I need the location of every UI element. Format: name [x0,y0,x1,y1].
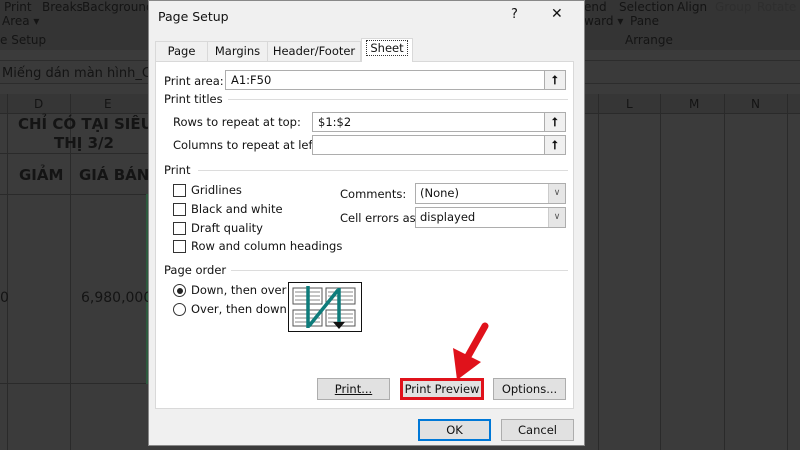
gridlines-checkbox[interactable] [173,184,186,197]
print-area-label: Print area: [164,74,224,88]
print-button-label: Print... [334,382,373,396]
black-and-white-label: Black and white [191,202,283,216]
gridlines-label: Gridlines [191,183,242,197]
cell-giam: GIẢM [19,166,64,184]
options-button[interactable]: Options... [493,378,566,400]
rows-to-repeat-label: Rows to repeat at top: [173,115,301,129]
column-header-d[interactable]: D [34,97,43,111]
page-order-heading: Page order [164,263,227,277]
columns-to-repeat-input[interactable]: ⭡ [312,135,566,155]
column-header-e[interactable]: E [104,97,112,111]
page-setup-dialog: Page Setup ? ✕ Page Margins Header/Foote… [148,0,585,446]
draft-quality-label: Draft quality [191,221,263,235]
dialog-title: Page Setup [158,9,229,24]
black-and-white-checkbox[interactable] [173,203,186,216]
over-then-down-radio[interactable] [173,303,186,316]
send-backward-label: ward ▾ [584,14,624,28]
row-column-headings-label: Row and column headings [191,239,343,253]
tab-sheet-label: Sheet [366,40,408,56]
tab-page[interactable]: Page [155,41,208,61]
page-setup-group-label: e Setup [0,33,47,47]
columns-to-repeat-label: Columns to repeat at left: [173,138,321,152]
selection-pane-button[interactable]: Selection [619,0,674,14]
cell-price: 6,980,000 [81,290,153,306]
collapse-dialog-icon[interactable]: ⭡ [544,71,565,89]
cell-errors-label: Cell errors as: [340,211,420,225]
chevron-down-icon[interactable]: ∨ [548,184,565,203]
print-heading: Print [164,163,191,177]
comments-value: (None) [420,186,459,200]
tab-header-footer[interactable]: Header/Footer [267,41,361,61]
tab-margins[interactable]: Margins [207,41,268,61]
rotate-button[interactable]: Rotate [757,0,796,14]
print-area-button[interactable]: Print [4,0,32,14]
rows-to-repeat-value: $1:$2 [318,115,352,129]
print-area-input[interactable]: A1:F50 ⭡ [225,70,566,90]
comments-label: Comments: [340,187,407,201]
cell-errors-select[interactable]: displayed ∨ [415,207,566,228]
page-order-preview-icon [288,282,362,332]
group-button[interactable]: Group [715,0,752,14]
cell-errors-value: displayed [420,210,476,224]
collapse-dialog-icon[interactable]: ⭡ [544,113,565,131]
column-header-l[interactable]: L [626,97,633,111]
print-titles-heading: Print titles [164,92,223,106]
down-then-over-radio[interactable] [173,284,186,297]
down-then-over-label: Down, then over [191,283,287,297]
tab-sheet[interactable]: Sheet [361,38,413,62]
red-arrow-annotation [453,322,489,380]
sheet-panel: Print area: A1:F50 ⭡ Print titles Rows to… [155,61,574,409]
cell-header-line1: CHỈ CÓ TẠI SIÊU [18,115,153,133]
send-backward-button[interactable]: end [584,0,607,14]
close-icon[interactable]: ✕ [551,6,563,22]
cancel-button[interactable]: Cancel [501,419,574,441]
cell-header-line2: THỊ 3/2 [54,134,114,152]
cell-gia-ban: GIÁ BÁN [79,166,150,184]
help-icon[interactable]: ? [511,7,518,22]
draft-quality-checkbox[interactable] [173,222,186,235]
comments-select[interactable]: (None) ∨ [415,183,566,204]
print-area-button-label: Area ▾ [2,14,40,28]
ok-button[interactable]: OK [418,419,491,441]
chevron-down-icon[interactable]: ∨ [548,208,565,227]
column-header-m[interactable]: M [689,97,699,111]
print-area-value: A1:F50 [231,73,272,87]
arrange-group-label: Arrange [625,33,673,47]
formula-bar-content: Miếng dán màn hình_Ch [2,66,160,81]
breaks-button[interactable]: Breaks [42,0,83,14]
collapse-dialog-icon[interactable]: ⭡ [544,136,565,154]
column-header-n[interactable]: N [751,97,760,111]
print-button[interactable]: Print... [317,378,390,400]
row-column-headings-checkbox[interactable] [173,240,186,253]
align-button[interactable]: Align [677,0,707,14]
rows-to-repeat-input[interactable]: $1:$2 ⭡ [312,112,566,132]
cell-partial-value: 0 [0,290,9,306]
selection-pane-label: Pane [630,14,660,28]
over-then-down-label: Over, then down [191,302,287,316]
background-button[interactable]: Background [82,0,154,14]
